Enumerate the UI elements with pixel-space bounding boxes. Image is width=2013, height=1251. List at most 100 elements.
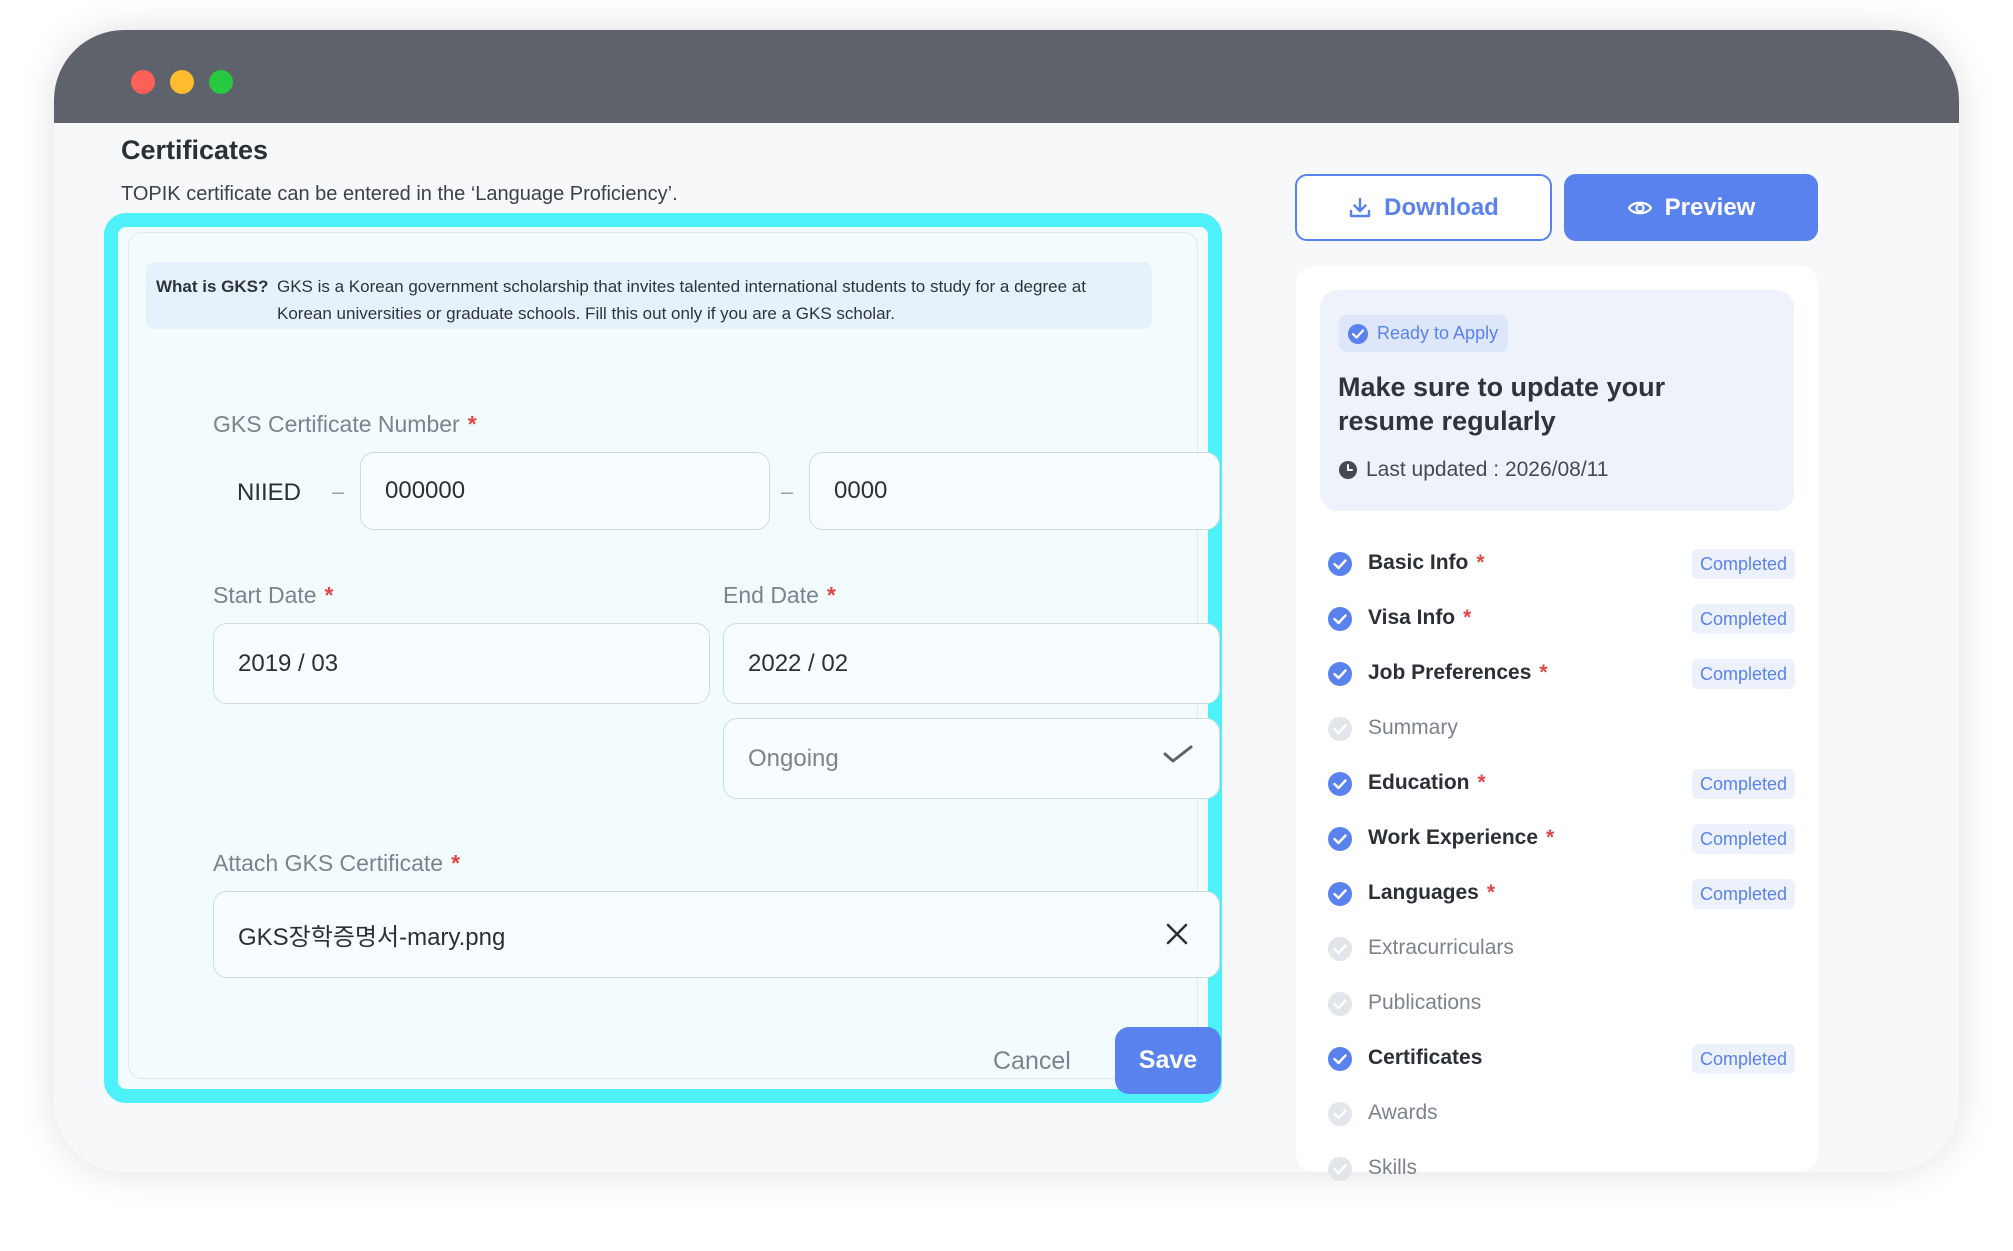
ongoing-label: Ongoing: [748, 744, 839, 772]
start-date-input[interactable]: 2019 / 03: [213, 623, 710, 704]
cert-number-label-text: GKS Certificate Number: [213, 411, 460, 437]
nav-item-languages[interactable]: Languages * Completed: [1327, 879, 1795, 909]
unchecked-circle-icon: [1328, 937, 1352, 961]
start-date-label-text: Start Date: [213, 582, 317, 608]
check-circle-icon: [1348, 323, 1368, 344]
nav-item-label: Certificates: [1368, 1046, 1483, 1069]
completed-badge: Completed: [1691, 1044, 1795, 1074]
nav-item-label: Extracurriculars: [1368, 936, 1514, 959]
download-button[interactable]: Download: [1295, 174, 1552, 241]
required-mark: *: [451, 850, 461, 876]
cert-number-label: GKS Certificate Number *: [213, 411, 477, 438]
save-label: Save: [1138, 1046, 1198, 1074]
completed-badge: Completed: [1691, 549, 1795, 579]
required-mark: *: [324, 582, 334, 608]
check-circle-icon: [1328, 552, 1352, 576]
completed-badge: Completed: [1691, 824, 1795, 854]
nav-item-visa-info[interactable]: Visa Info * Completed: [1327, 604, 1795, 634]
required-mark: *: [1477, 771, 1486, 794]
nav-item-summary[interactable]: Summary: [1327, 714, 1795, 744]
check-circle-icon: [1328, 1047, 1352, 1071]
required-mark: *: [467, 411, 477, 437]
clock-icon: [1339, 461, 1357, 479]
cert-number-part2-input[interactable]: 0000: [809, 452, 1220, 530]
preview-label: Preview: [1664, 193, 1756, 221]
nav-item-skills[interactable]: Skills: [1327, 1154, 1795, 1184]
check-circle-icon: [1328, 607, 1352, 631]
nav-item-awards[interactable]: Awards: [1327, 1099, 1795, 1129]
required-mark: *: [1476, 551, 1485, 574]
attach-label-text: Attach GKS Certificate: [213, 850, 444, 876]
section-title: Certificates: [121, 135, 269, 165]
unchecked-circle-icon: [1328, 717, 1352, 741]
status-badge-label: Ready to Apply: [1377, 323, 1499, 343]
attached-file-name: GKS장학증명서-mary.png: [238, 924, 506, 951]
last-updated: Last updated : 2026/08/11: [1338, 458, 1608, 482]
cancel-button[interactable]: Cancel: [993, 1047, 1071, 1076]
nav-item-label: Summary: [1368, 716, 1458, 739]
minimize-window-button[interactable]: [170, 70, 194, 94]
nav-item-basic-info[interactable]: Basic Info * Completed: [1327, 549, 1795, 579]
unchecked-circle-icon: [1328, 1102, 1352, 1126]
nav-item-extracurriculars[interactable]: Extracurriculars: [1327, 934, 1795, 964]
check-circle-icon: [1328, 772, 1352, 796]
eye-icon: [1627, 201, 1652, 214]
nav-item-label: Skills: [1368, 1156, 1418, 1179]
nav-item-work-experience[interactable]: Work Experience * Completed: [1327, 824, 1795, 854]
cert-separator: –: [781, 479, 794, 504]
nav-item-publications[interactable]: Publications: [1327, 989, 1795, 1019]
check-circle-icon: [1328, 662, 1352, 686]
required-mark: *: [1486, 881, 1496, 904]
last-updated-text: Last updated : 2026/08/11: [1366, 458, 1609, 481]
attach-label: Attach GKS Certificate *: [213, 850, 460, 877]
completed-badge: Completed: [1691, 879, 1795, 909]
completed-badge: Completed: [1691, 659, 1795, 689]
save-button[interactable]: Save: [1115, 1027, 1221, 1094]
nav-item-job-preferences[interactable]: Job Preferences * Completed: [1327, 659, 1795, 689]
close-window-button[interactable]: [131, 70, 155, 94]
nav-item-education[interactable]: Education * Completed: [1327, 769, 1795, 799]
status-title: Make sure to update your resume regularl…: [1338, 372, 1666, 436]
check-circle-icon: [1328, 827, 1352, 851]
cert-part2-value: 0000: [834, 477, 888, 504]
completed-badge: Completed: [1691, 604, 1795, 634]
notice-question: What is GKS?: [156, 277, 269, 296]
preview-button[interactable]: Preview: [1564, 174, 1818, 241]
nav-item-certificates[interactable]: Certificates Completed: [1327, 1044, 1795, 1074]
download-label: Download: [1384, 193, 1499, 221]
nav-item-label: Education *: [1368, 771, 1486, 794]
nav-item-label: Work Experience *: [1368, 826, 1555, 849]
cert-separator: –: [332, 479, 345, 504]
check-icon: [1163, 745, 1193, 763]
check-circle-icon: [1328, 882, 1352, 906]
end-date-input[interactable]: 2022 / 02: [723, 623, 1220, 704]
unchecked-circle-icon: [1328, 1157, 1352, 1181]
end-date-label-text: End Date: [723, 582, 819, 608]
status-badge: Ready to Apply: [1339, 315, 1509, 352]
notice-text: GKS is a Korean government scholarship t…: [277, 277, 1086, 323]
start-date-label: Start Date *: [213, 582, 334, 609]
window-titlebar: [54, 30, 1959, 123]
end-date-label: End Date *: [723, 582, 836, 609]
cert-part1-value: 000000: [385, 477, 466, 504]
nav-item-label: Job Preferences *: [1368, 661, 1548, 684]
start-date-value: 2019 / 03: [238, 649, 339, 677]
attached-file-field[interactable]: GKS장학증명서-mary.png: [213, 891, 1220, 978]
nav-item-label: Languages *: [1368, 881, 1496, 904]
nav-item-label: Awards: [1368, 1101, 1438, 1124]
close-icon[interactable]: [1165, 922, 1189, 946]
cert-prefix: NIIED: [237, 479, 302, 506]
cert-number-part1-input[interactable]: 000000: [360, 452, 770, 530]
gks-notice: What is GKS? GKS is a Korean government …: [146, 262, 1152, 329]
maximize-window-button[interactable]: [209, 70, 233, 94]
required-mark: *: [1539, 661, 1548, 684]
ongoing-toggle[interactable]: Ongoing: [723, 718, 1220, 799]
unchecked-circle-icon: [1328, 992, 1352, 1016]
download-icon: [1349, 197, 1371, 217]
section-subtitle: TOPIK certificate can be entered in the …: [121, 183, 678, 205]
required-mark: *: [826, 582, 836, 608]
required-mark: *: [1463, 606, 1472, 629]
nav-item-label: Visa Info *: [1368, 606, 1472, 629]
completed-badge: Completed: [1691, 769, 1795, 799]
nav-item-label: Basic Info *: [1368, 551, 1485, 574]
